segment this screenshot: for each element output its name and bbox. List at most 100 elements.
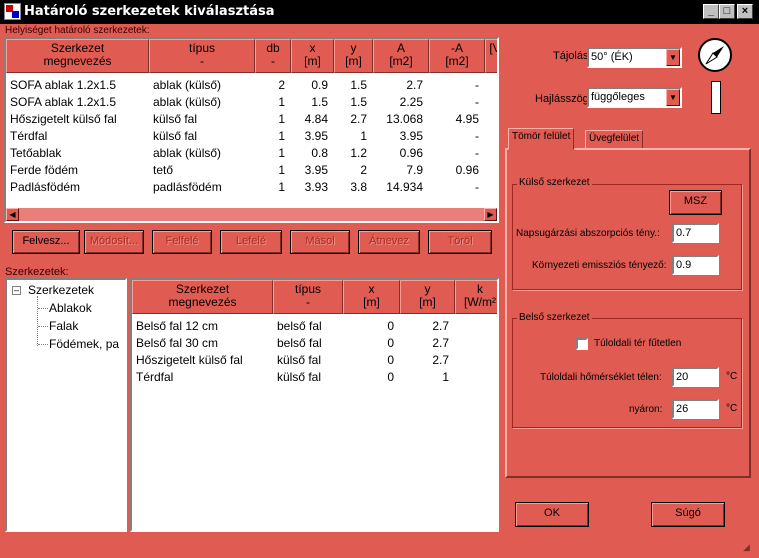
table-cell: 3.93 xyxy=(304,180,328,194)
column-header[interactable]: típus - xyxy=(273,280,343,314)
column-header-line2: - xyxy=(271,54,275,68)
table-cell: - xyxy=(475,129,479,143)
table-cell: külső fal xyxy=(277,370,322,384)
collapse-icon[interactable]: – xyxy=(12,286,21,295)
column-header[interactable]: [V xyxy=(485,39,497,73)
minimize-button[interactable]: _ xyxy=(703,4,719,19)
emission-input[interactable]: 0.9 xyxy=(672,255,719,275)
table-row[interactable]: Hőszigetelt külső fal külső fal 1 4.84 2.7 13… xyxy=(6,111,497,127)
table-row[interactable]: Belső fal 12 cm belső fal 0 2.7 xyxy=(132,318,497,334)
structures-tree[interactable]: – Szerkezetek Ablakok Falak Födémek, pa xyxy=(5,278,127,532)
column-header[interactable]: Szerkezet megnevezés xyxy=(132,280,273,314)
structures-table[interactable]: Szerkezet megnevezés típus - x [m] y [m] k [W/m² … xyxy=(130,278,499,532)
tilt-select[interactable]: függőleges ▼ xyxy=(587,87,682,108)
column-header[interactable]: x [m] xyxy=(343,280,400,314)
column-header[interactable]: y [m] xyxy=(400,280,455,314)
table-cell: 0.96 xyxy=(455,163,479,177)
add-button[interactable]: Felvesz... xyxy=(12,230,80,254)
orientation-value: 50° (ÉK) xyxy=(591,51,633,63)
column-header[interactable]: y [m] xyxy=(334,39,373,73)
table-row[interactable]: Térdfal külső fal 0 1 xyxy=(132,369,497,385)
table-cell: 2.7 xyxy=(406,78,423,92)
tree-item-floors[interactable]: Födémek, pa xyxy=(49,337,119,351)
table-cell: Térdfal xyxy=(10,129,48,143)
room-structures-table[interactable]: Szerkezet megnevezés típus - db - x [m] y [m] A [m2… xyxy=(4,37,499,223)
table-cell: Tetőablak xyxy=(10,146,62,160)
delete-button[interactable]: Töröl xyxy=(428,230,492,254)
table-row[interactable]: Padlásfödém padlásfödém 1 3.93 3.8 14.934 - xyxy=(6,179,497,195)
column-header-line2: [W/m² xyxy=(464,295,496,309)
rename-button[interactable]: Átnevez xyxy=(358,230,420,254)
table-cell: SOFA ablak 1.2x1.5 xyxy=(10,95,117,109)
table-row[interactable]: Hőszigetelt külső fal külső fal 0 2.7 xyxy=(132,352,497,368)
table-cell: ablak (külső) xyxy=(153,95,222,109)
close-button[interactable]: × xyxy=(737,4,753,19)
table-cell: belső fal xyxy=(277,336,322,350)
table-cell: Hőszigetelt külső fal xyxy=(136,353,243,367)
emission-label: Környezeti emissziós tényező: xyxy=(532,260,667,271)
move-down-button[interactable]: Lefelé xyxy=(220,230,282,254)
table-cell: 3.8 xyxy=(350,180,367,194)
table-row[interactable]: SOFA ablak 1.2x1.5 ablak (külső) 2 0.9 1.5 2.… xyxy=(6,77,497,93)
table-cell: 1 xyxy=(278,112,285,126)
table-cell: belső fal xyxy=(277,319,322,333)
table-cell: 0.9 xyxy=(311,78,328,92)
column-header-line2: [m] xyxy=(304,54,321,68)
unheated-checkbox[interactable] xyxy=(576,338,588,350)
compass-icon xyxy=(698,38,732,72)
table-cell: 3.95 xyxy=(399,129,423,143)
tree-root[interactable]: Szerkezetek xyxy=(28,283,94,297)
summer-unit: °C xyxy=(726,403,738,414)
column-header[interactable]: -A [m2] xyxy=(429,39,485,73)
table-cell: 0 xyxy=(387,370,394,384)
tab-solid-surface[interactable]: Tömör felület xyxy=(508,128,575,150)
move-up-button[interactable]: Felfelé xyxy=(152,230,212,254)
column-header[interactable]: típus - xyxy=(149,39,255,73)
resize-grip-icon[interactable]: ◢ xyxy=(743,542,757,556)
summer-temp-input[interactable]: 26 xyxy=(672,399,719,419)
column-header[interactable]: k [W/m² xyxy=(455,280,497,314)
column-header-line2: [V xyxy=(489,41,497,55)
column-header[interactable]: Szerkezet megnevezés xyxy=(6,39,149,73)
table-cell: Hőszigetelt külső fal xyxy=(10,112,117,126)
orientation-select[interactable]: 50° (ÉK) ▼ xyxy=(587,47,682,68)
room-structures-label: Helyiséget határoló szerkezetek: xyxy=(5,25,150,36)
table-row[interactable]: Ferde födém tető 1 3.95 2 7.9 0.96 xyxy=(6,162,497,178)
winter-temp-input[interactable]: 20 xyxy=(672,367,719,387)
column-header[interactable]: A [m2] xyxy=(373,39,429,73)
table-cell: - xyxy=(475,95,479,109)
scroll-left-icon[interactable]: ◀ xyxy=(6,208,19,221)
chevron-down-icon[interactable]: ▼ xyxy=(666,89,680,106)
column-header-line2: [m] xyxy=(363,295,380,309)
msz-button[interactable]: MSZ xyxy=(669,190,722,215)
maximize-button[interactable]: □ xyxy=(719,4,735,19)
tilt-label: Hajlásszög: xyxy=(535,93,592,105)
table-cell: 2.7 xyxy=(350,112,367,126)
absorption-input[interactable]: 0.7 xyxy=(672,223,719,243)
table-row[interactable]: Térdfal külső fal 1 3.95 1 3.95 - xyxy=(6,128,497,144)
column-header-line2: - xyxy=(306,295,310,309)
help-button[interactable]: Súgó xyxy=(651,502,725,527)
tab-glass-surface[interactable]: Üvegfelület xyxy=(585,130,644,150)
outer-structure-legend: Külső szerkezet xyxy=(517,177,592,188)
table-row[interactable]: Tetőablak ablak (külső) 1 0.8 1.2 0.96 - xyxy=(6,145,497,161)
column-header[interactable]: x [m] xyxy=(291,39,334,73)
table-cell: 1 xyxy=(360,129,367,143)
column-header[interactable]: db - xyxy=(255,39,291,73)
absorption-label: Napsugárzási abszorpciós tény.: xyxy=(516,228,660,239)
tree-item-walls[interactable]: Falak xyxy=(49,319,78,333)
chevron-down-icon[interactable]: ▼ xyxy=(666,49,680,66)
table-cell: 1.5 xyxy=(350,78,367,92)
winter-unit: °C xyxy=(726,371,738,382)
scroll-right-icon[interactable]: ▶ xyxy=(484,208,497,221)
table-cell: Padlásfödém xyxy=(10,180,81,194)
table-row[interactable]: Belső fal 30 cm belső fal 0 2.7 xyxy=(132,335,497,351)
table-row[interactable]: SOFA ablak 1.2x1.5 ablak (külső) 1 1.5 1.5 2.… xyxy=(6,94,497,110)
tree-item-windows[interactable]: Ablakok xyxy=(49,301,92,315)
modify-button[interactable]: Módosít... xyxy=(84,230,144,254)
copy-button[interactable]: Másol xyxy=(290,230,350,254)
ok-button[interactable]: OK xyxy=(515,502,589,527)
table-cell: - xyxy=(475,78,479,92)
horizontal-scrollbar[interactable]: ◀ ▶ xyxy=(6,208,497,221)
summer-temp-label: nyáron: xyxy=(629,404,663,415)
